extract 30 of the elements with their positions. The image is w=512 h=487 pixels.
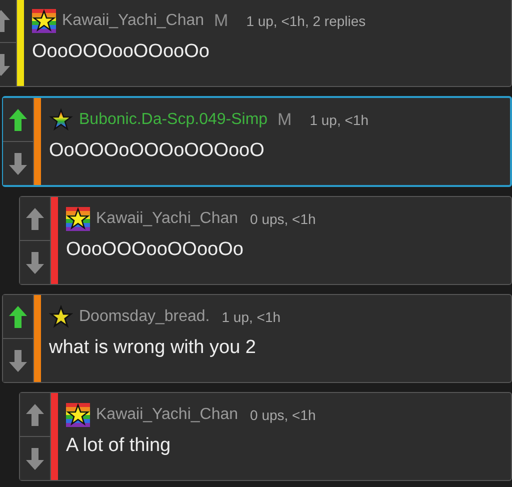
- downvote-button[interactable]: [3, 338, 33, 382]
- downvote-button[interactable]: [20, 240, 50, 284]
- mod-label: M: [214, 11, 228, 31]
- star-icon: [49, 305, 73, 329]
- comment-text: what is wrong with you 2: [49, 337, 257, 359]
- down-arrow-icon: [26, 448, 44, 470]
- comment-text: OooOOOooOOooOo: [32, 41, 210, 63]
- username-link[interactable]: Doomsday_bread.: [79, 308, 210, 326]
- comment-meta: 0 ups, <1h: [250, 211, 316, 227]
- mod-label: M: [278, 110, 292, 130]
- rainbow-star-icon: [66, 207, 90, 231]
- star-icon: [49, 108, 73, 132]
- down-arrow-icon: [26, 252, 44, 274]
- username-link[interactable]: Bubonic.Da-Scp.049-Simp: [79, 111, 268, 129]
- rainbow-star-icon: [66, 403, 90, 427]
- comment-meta: 1 up, <1h, 2 replies: [246, 13, 366, 29]
- username-link[interactable]: Kawaii_Yachi_Chan: [96, 406, 238, 424]
- down-arrow-icon: [9, 152, 27, 174]
- downvote-button[interactable]: [20, 436, 50, 480]
- comment-meta: 1 up, <1h: [222, 309, 281, 325]
- username-link[interactable]: Kawaii_Yachi_Chan: [96, 210, 238, 228]
- rainbow-star-icon: [32, 9, 56, 33]
- username-link[interactable]: Kawaii_Yachi_Chan: [62, 12, 204, 30]
- comment-text: OoOOOoOOOoOOOooO: [49, 140, 266, 162]
- comment-text: OooOOOooOOooOo: [66, 239, 244, 261]
- downvote-button[interactable]: [3, 141, 33, 185]
- down-arrow-icon: [9, 350, 27, 372]
- comment-text: A lot of thing: [66, 435, 172, 457]
- comment-meta: 1 up, <1h: [310, 112, 368, 128]
- comment-meta: 0 ups, <1h: [250, 407, 316, 423]
